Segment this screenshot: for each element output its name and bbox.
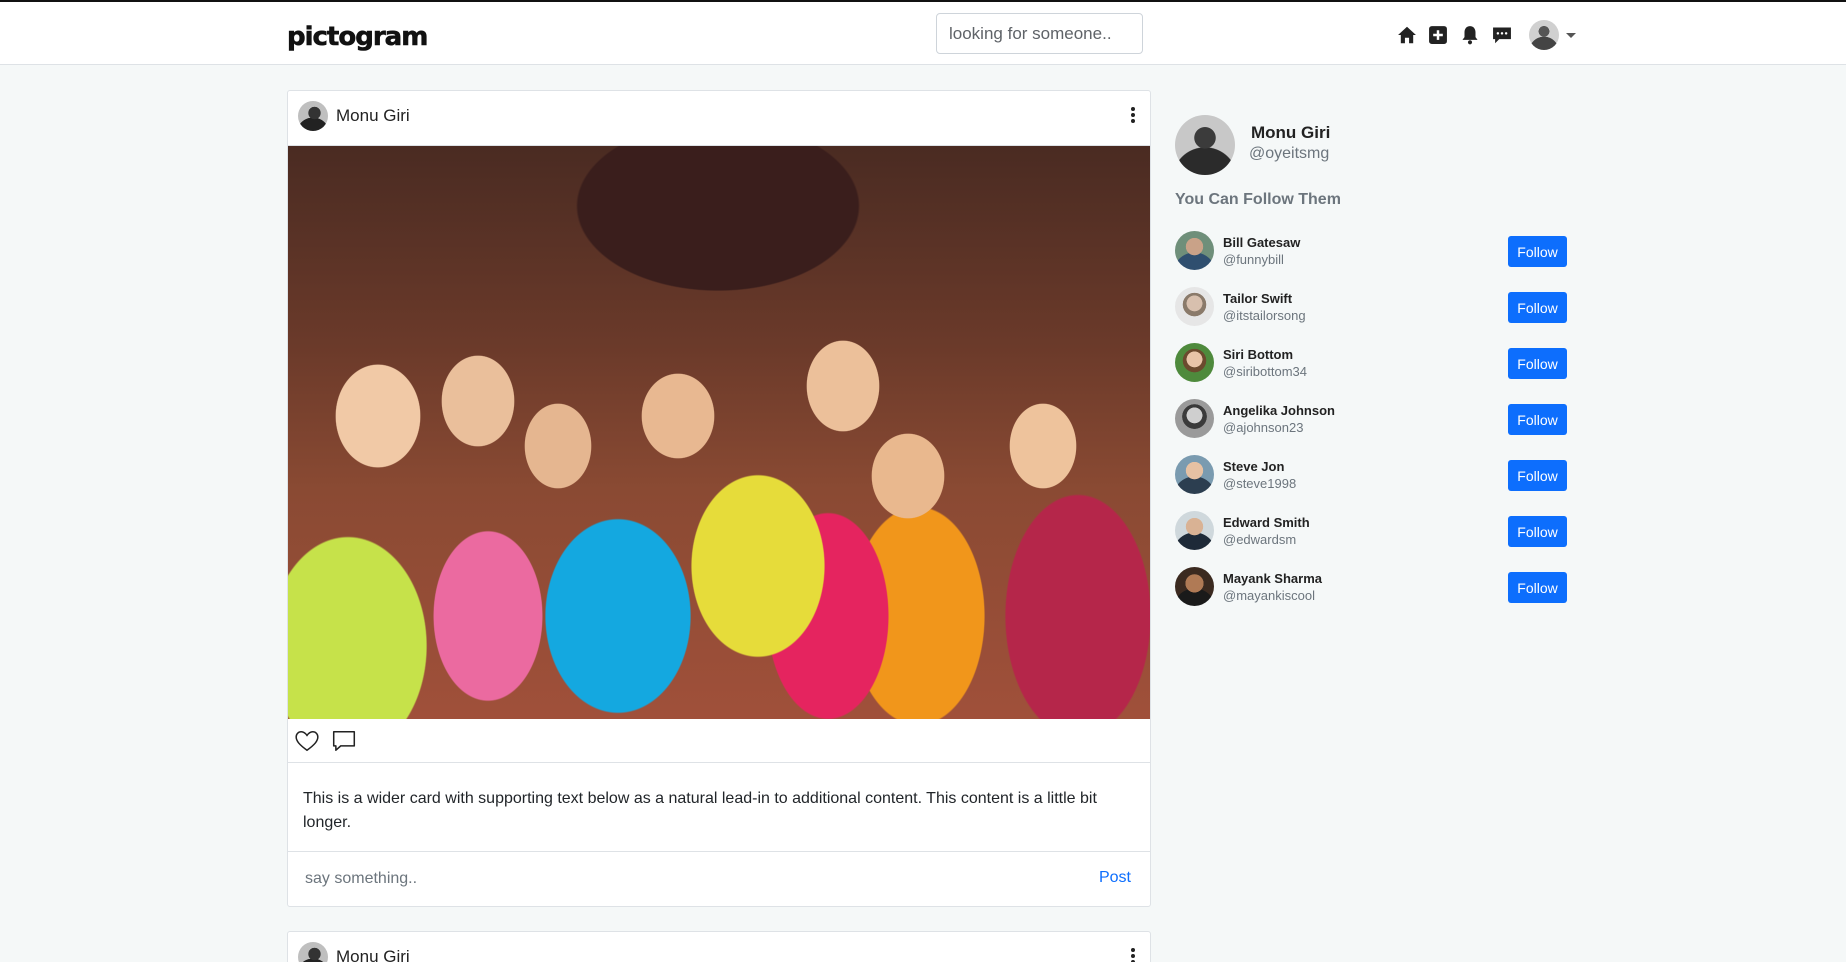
post-comment-button[interactable]: Post — [1099, 869, 1131, 887]
follow-button[interactable]: Follow — [1508, 572, 1567, 603]
post-header: Monu Giri — [288, 932, 1150, 962]
suggestion-item: Mayank Sharma @mayankiscool Follow — [1175, 566, 1575, 610]
post-header: Monu Giri — [288, 91, 1150, 146]
suggestion-handle: @siribottom34 — [1223, 364, 1308, 379]
avatar[interactable] — [1175, 455, 1214, 494]
post-card: Monu Giri — [287, 931, 1151, 962]
follow-button[interactable]: Follow — [1508, 460, 1567, 491]
suggestion-name[interactable]: Mayank Sharma — [1223, 571, 1322, 586]
profile-avatar[interactable] — [1175, 115, 1235, 175]
messages-icon[interactable] — [1491, 24, 1513, 46]
suggestion-item: Bill Gatesaw @funnybill Follow — [1175, 230, 1575, 274]
suggestion-handle: @mayankiscool — [1223, 588, 1315, 603]
post-actions — [288, 719, 1150, 763]
follow-button[interactable]: Follow — [1508, 516, 1567, 547]
follow-button[interactable]: Follow — [1508, 404, 1567, 435]
profile-handle: @oyeitsmg — [1249, 145, 1330, 162]
suggestion-name[interactable]: Bill Gatesaw — [1223, 235, 1300, 250]
heart-icon[interactable] — [294, 728, 320, 754]
comment-row: Post — [288, 852, 1150, 905]
suggestion-handle: @ajohnson23 — [1223, 420, 1304, 435]
suggestion-item: Steve Jon @steve1998 Follow — [1175, 454, 1575, 498]
more-options-icon[interactable] — [1130, 948, 1136, 962]
suggestion-handle: @steve1998 — [1223, 476, 1297, 491]
suggestion-handle: @funnybill — [1223, 252, 1284, 267]
post-author[interactable]: Monu Giri — [336, 947, 410, 962]
suggestion-name[interactable]: Siri Bottom — [1223, 347, 1293, 362]
post-caption: This is a wider card with supporting tex… — [288, 763, 1150, 852]
suggestions-heading: You Can Follow Them — [1175, 191, 1341, 208]
home-icon[interactable] — [1396, 24, 1418, 46]
avatar[interactable] — [1175, 511, 1214, 550]
suggestion-name[interactable]: Tailor Swift — [1223, 291, 1292, 306]
user-avatar-menu[interactable] — [1529, 20, 1559, 50]
suggestion-name[interactable]: Steve Jon — [1223, 459, 1284, 474]
suggestion-handle: @itstailorsong — [1223, 308, 1306, 323]
suggestion-item: Tailor Swift @itstailorsong Follow — [1175, 286, 1575, 330]
suggestion-name[interactable]: Edward Smith — [1223, 515, 1310, 530]
bell-icon[interactable] — [1459, 24, 1481, 46]
more-options-icon[interactable] — [1130, 107, 1136, 127]
add-post-icon[interactable] — [1427, 24, 1449, 46]
follow-button[interactable]: Follow — [1508, 292, 1567, 323]
suggestion-name[interactable]: Angelika Johnson — [1223, 403, 1335, 418]
avatar[interactable] — [298, 942, 328, 962]
follow-button[interactable]: Follow — [1508, 348, 1567, 379]
follow-button[interactable]: Follow — [1508, 236, 1567, 267]
avatar[interactable] — [1175, 343, 1214, 382]
chevron-down-icon[interactable] — [1566, 33, 1576, 38]
logo[interactable]: pictogram — [287, 22, 429, 53]
suggestion-handle: @edwardsm — [1223, 532, 1297, 547]
post-author[interactable]: Monu Giri — [336, 106, 410, 126]
avatar[interactable] — [1175, 287, 1214, 326]
avatar[interactable] — [1175, 231, 1214, 270]
profile-name[interactable]: Monu Giri — [1251, 123, 1330, 143]
suggestion-item: Angelika Johnson @ajohnson23 Follow — [1175, 398, 1575, 442]
navbar: pictogram — [0, 2, 1846, 65]
avatar[interactable] — [1175, 399, 1214, 438]
comment-input[interactable] — [298, 862, 1058, 895]
post-image[interactable] — [288, 146, 1150, 719]
post-card: Monu Giri This is a wider card with supp… — [287, 90, 1151, 907]
avatar[interactable] — [1175, 567, 1214, 606]
suggestion-item: Siri Bottom @siribottom34 Follow — [1175, 342, 1575, 386]
search-input[interactable] — [936, 13, 1143, 54]
suggestion-item: Edward Smith @edwardsm Follow — [1175, 510, 1575, 554]
avatar[interactable] — [298, 101, 328, 131]
comment-icon[interactable] — [331, 728, 357, 754]
